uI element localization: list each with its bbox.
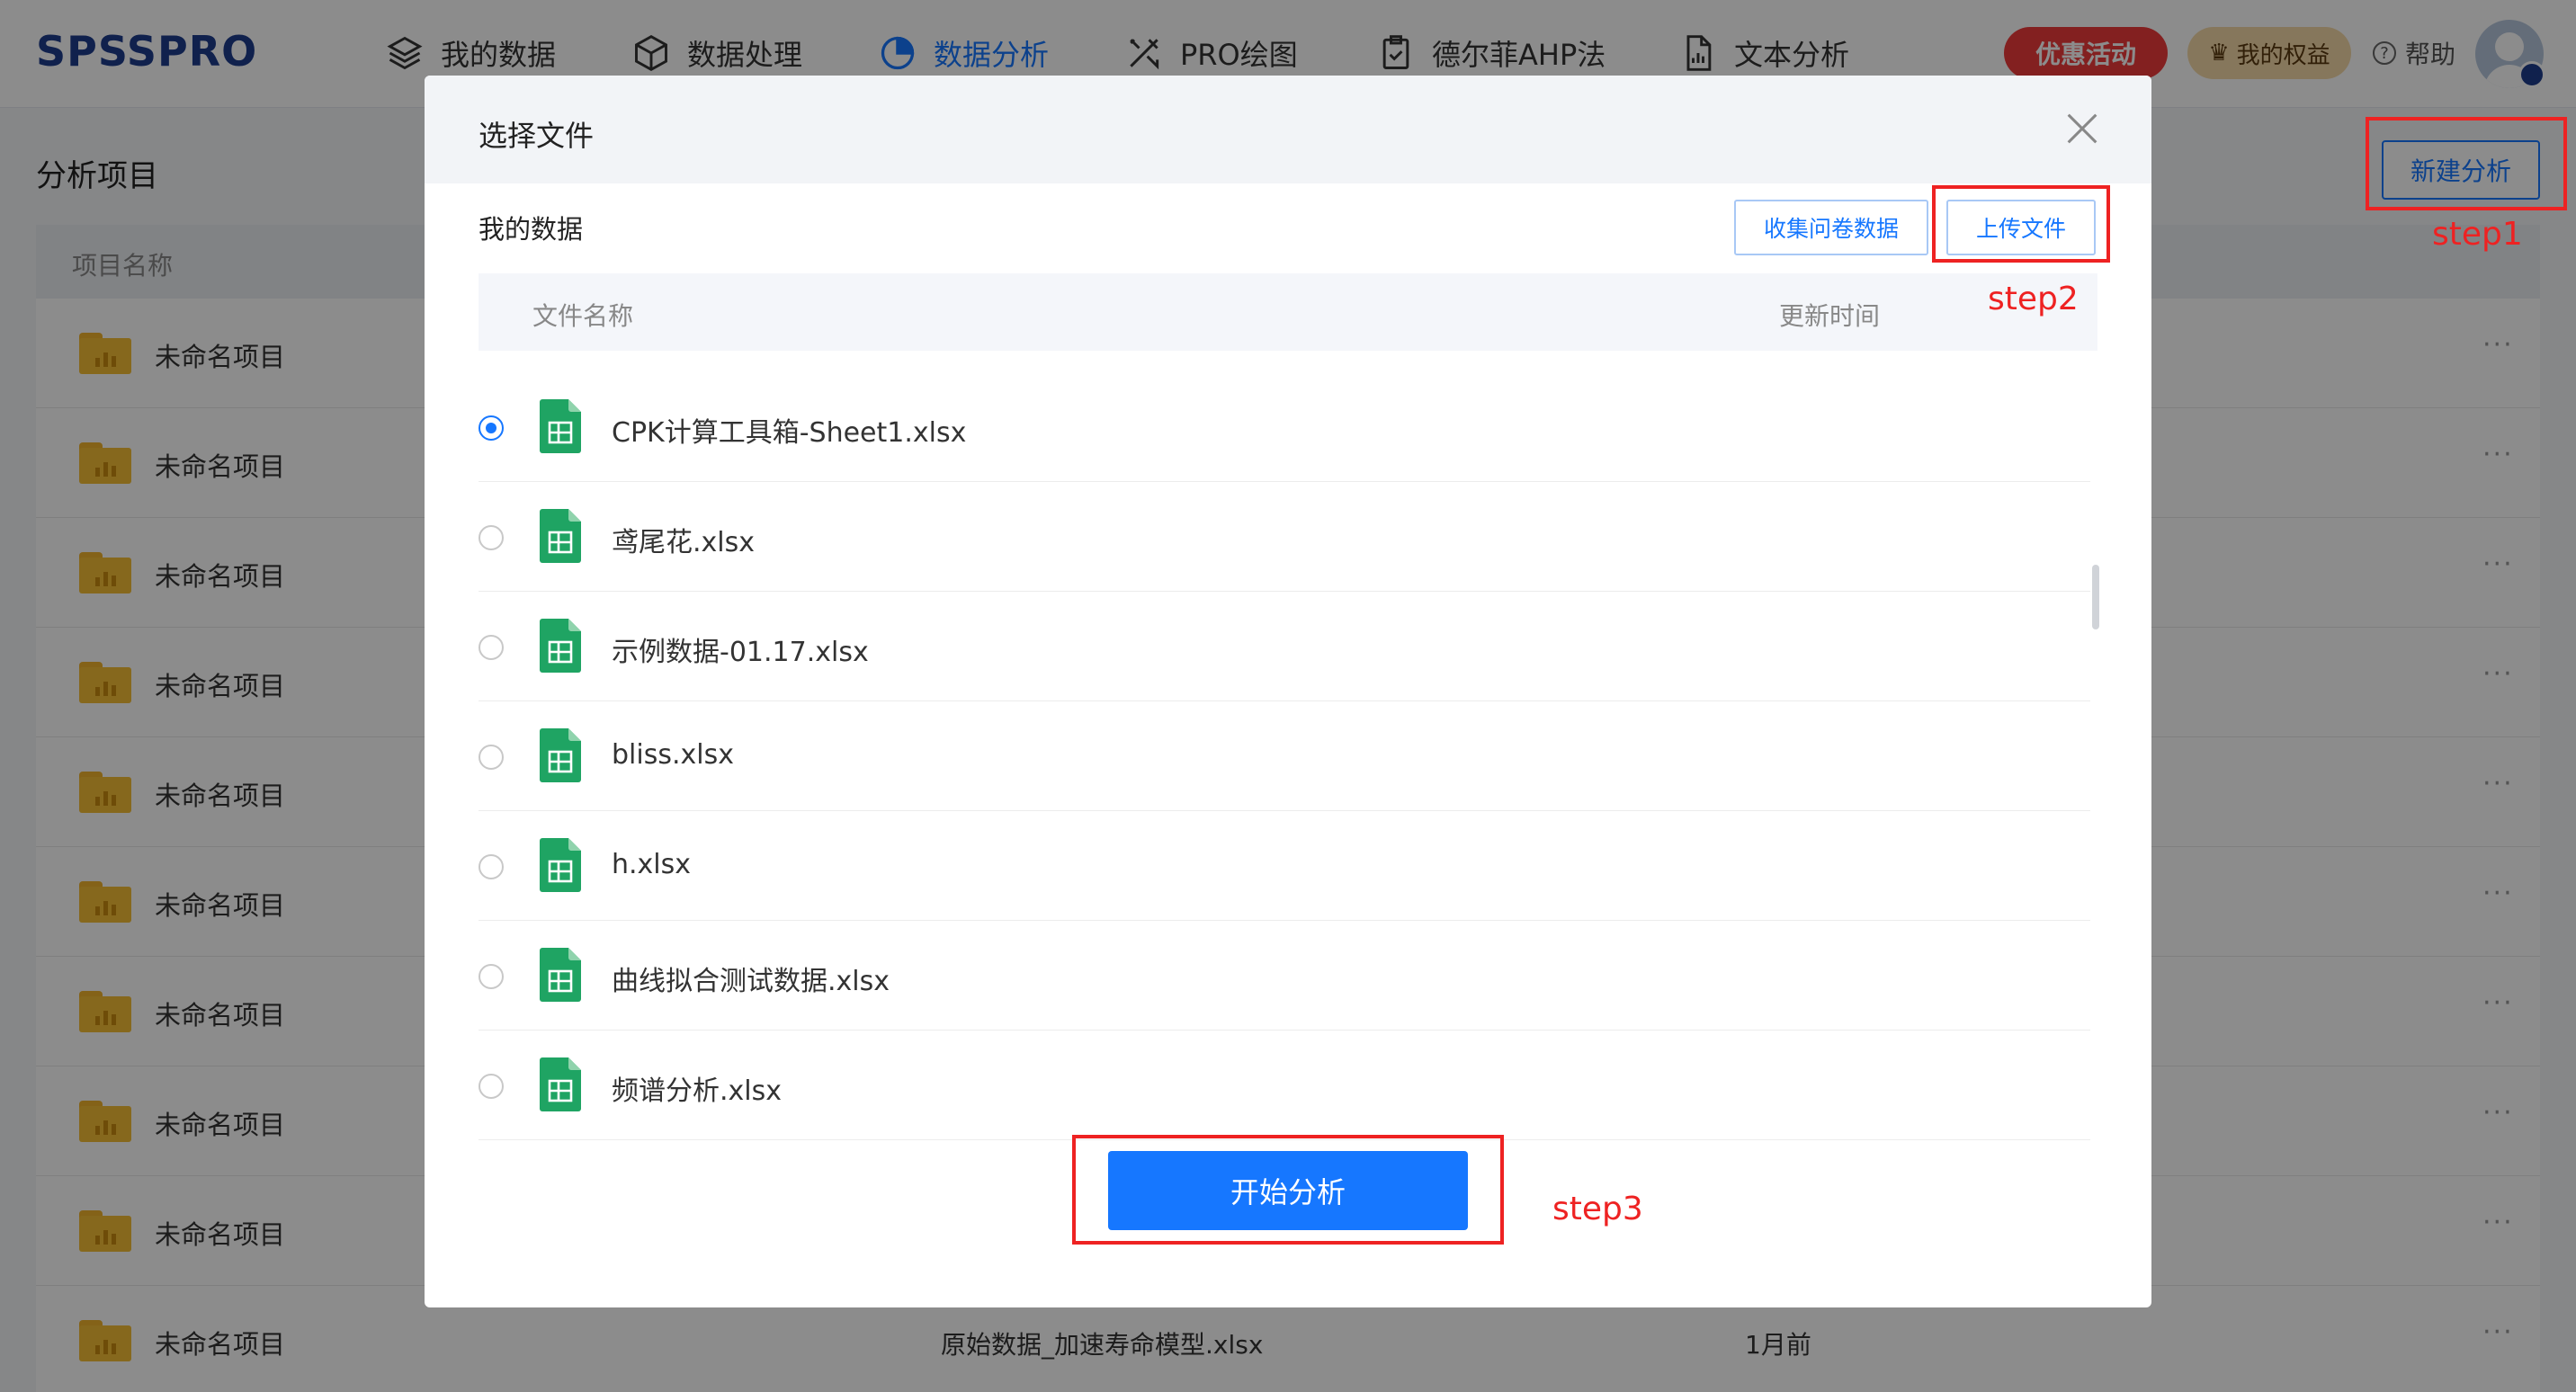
file-radio[interactable] [479, 745, 504, 770]
file-name: h.xlsx [612, 849, 692, 880]
step3-highlight [1072, 1135, 1504, 1245]
file-name: 鸢尾花.xlsx [612, 527, 756, 558]
step2-label: step2 [1988, 281, 2079, 317]
column-file-name: 文件名称 [532, 301, 634, 331]
modal-title: 选择文件 [479, 119, 595, 153]
file-row[interactable]: CPK计算工具箱-Sheet1.xlsx [479, 372, 2090, 482]
file-radio[interactable] [479, 635, 504, 660]
close-icon[interactable] [2062, 108, 2103, 149]
file-row[interactable]: 鸢尾花.xlsx [479, 482, 2090, 592]
file-radio[interactable] [479, 1074, 504, 1099]
file-name: 曲线拟合测试数据.xlsx [612, 966, 890, 997]
scrollbar[interactable] [2092, 565, 2099, 629]
file-name: bliss.xlsx [612, 739, 734, 771]
spreadsheet-icon [540, 619, 581, 673]
file-name: CPK计算工具箱-Sheet1.xlsx [612, 417, 967, 449]
step3-label: step3 [1552, 1191, 1643, 1227]
column-update-time: 更新时间 [1779, 301, 1881, 331]
spreadsheet-icon [540, 399, 581, 453]
file-radio[interactable] [479, 525, 504, 550]
file-row[interactable]: h.xlsx [479, 811, 2090, 921]
select-file-modal: 选择文件 我的数据 收集问卷数据 上传文件 文件名称 更新时间 CPK计算工具箱… [425, 76, 2151, 1307]
step2-highlight [1932, 185, 2110, 263]
file-name: 示例数据-01.17.xlsx [612, 637, 869, 668]
file-row[interactable]: 曲线拟合测试数据.xlsx [479, 921, 2090, 1031]
section-title: 我的数据 [479, 214, 584, 245]
modal-header: 选择文件 [425, 76, 2151, 183]
step1-label: step1 [2432, 216, 2523, 253]
file-row[interactable]: bliss.xlsx [479, 701, 2090, 811]
file-radio[interactable] [479, 415, 504, 441]
step1-highlight [2366, 117, 2567, 210]
file-table-header: 文件名称 更新时间 [479, 273, 2097, 351]
file-radio[interactable] [479, 964, 504, 989]
spreadsheet-icon [540, 948, 581, 1002]
file-name: 频谱分析.xlsx [612, 1075, 783, 1107]
collect-questionnaire-button[interactable]: 收集问卷数据 [1734, 200, 1928, 255]
file-row[interactable]: 示例数据-01.17.xlsx [479, 592, 2090, 701]
spreadsheet-icon [540, 1057, 581, 1111]
spreadsheet-icon [540, 509, 581, 563]
file-radio[interactable] [479, 854, 504, 879]
spreadsheet-icon [540, 728, 581, 782]
file-row[interactable]: 频谱分析.xlsx [479, 1031, 2090, 1140]
spreadsheet-icon [540, 838, 581, 892]
